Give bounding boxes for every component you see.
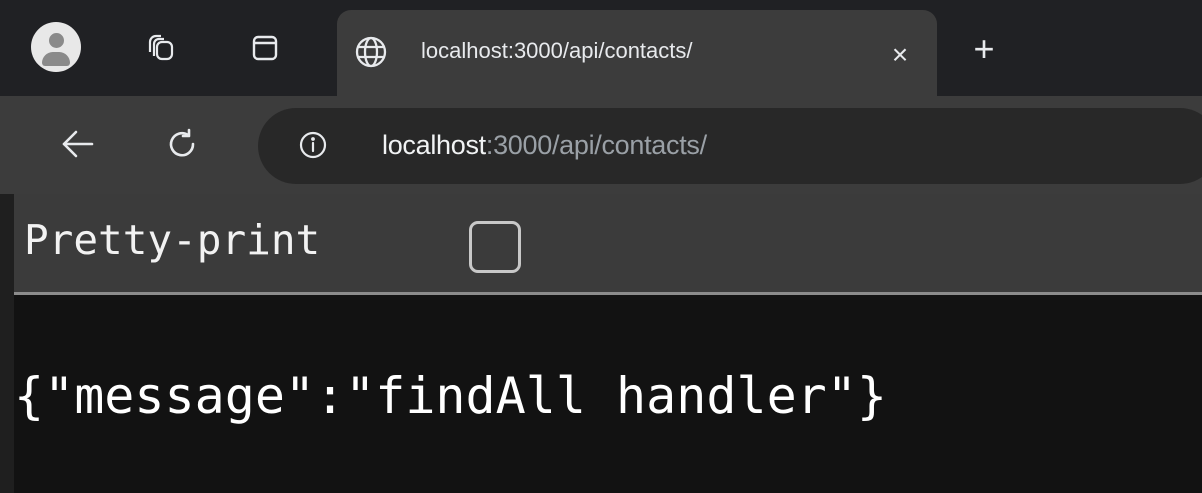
avatar-head	[49, 33, 64, 48]
address-url[interactable]: localhost:3000/api/contacts/	[382, 130, 707, 161]
tab-strip: localhost:3000/api/contacts/ × +	[0, 0, 1202, 96]
globe-icon	[353, 34, 389, 70]
browser-window: localhost:3000/api/contacts/ × + localho…	[0, 0, 1202, 493]
pretty-print-checkbox[interactable]	[469, 221, 521, 273]
tab-title: localhost:3000/api/contacts/	[421, 38, 693, 63]
back-arrow-icon[interactable]	[56, 122, 100, 166]
profile-avatar-icon[interactable]	[31, 22, 81, 72]
sidebar-toggle-icon[interactable]	[245, 28, 285, 68]
new-tab-button[interactable]: +	[964, 30, 1004, 70]
info-icon[interactable]	[298, 130, 328, 160]
tab-close-icon[interactable]: ×	[885, 40, 915, 70]
avatar-body	[42, 52, 70, 66]
active-tab[interactable]: localhost:3000/api/contacts/ ×	[337, 10, 937, 96]
workspaces-icon[interactable]	[141, 28, 181, 68]
browser-toolbar: localhost:3000/api/contacts/	[0, 96, 1202, 194]
url-host: localhost	[382, 130, 486, 160]
json-response-text: {"message":"findAll handler"}	[14, 367, 887, 425]
reload-icon[interactable]	[160, 122, 204, 166]
pretty-print-bar: Pretty-print	[14, 194, 1202, 295]
pretty-print-label: Pretty-print	[24, 216, 321, 264]
page-content: Pretty-print {"message":"findAll handler…	[14, 194, 1202, 493]
address-bar[interactable]: localhost:3000/api/contacts/	[258, 108, 1202, 184]
url-path: :3000/api/contacts/	[485, 130, 707, 160]
